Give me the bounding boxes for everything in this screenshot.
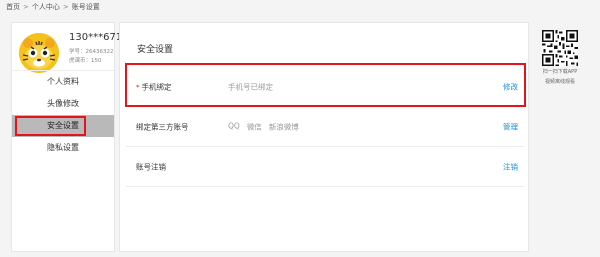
sidebar-item-label: 安全设置	[47, 121, 79, 130]
manage-accounts-link[interactable]: 管理	[503, 121, 518, 132]
third-party-label: 绑定第三方账号	[136, 122, 189, 131]
sidebar: 130***671 学号：26436322 虎课币：150 个人资料 头像修改 …	[11, 22, 122, 252]
breadcrumb-separator: >	[23, 3, 29, 11]
wechat-option[interactable]: 微信	[247, 121, 262, 132]
phone-binding-label-text: 手机绑定	[141, 82, 172, 91]
username: 130***671	[69, 32, 123, 43]
qr-code-icon	[542, 30, 578, 66]
page-title: 安全设置	[137, 45, 174, 55]
sidebar-item-avatar[interactable]: 头像修改	[12, 93, 114, 115]
sidebar-item-profile[interactable]: 个人资料	[12, 71, 114, 93]
phone-binding-label: * 手机绑定	[136, 81, 172, 92]
coin-balance: 虎课币：150	[69, 58, 102, 64]
qr-caption-download: 扫一扫下载APP	[542, 69, 578, 75]
weibo-option[interactable]: 新浪微博	[269, 121, 299, 132]
breadcrumb-home[interactable]: 首页	[6, 3, 20, 11]
qq-option[interactable]: QQ	[228, 121, 240, 132]
sidebar-item-privacy[interactable]: 隐私设置	[12, 137, 114, 159]
breadcrumb-separator: >	[62, 3, 69, 11]
avatar[interactable]	[19, 33, 59, 73]
sidebar-nav: 个人资料 头像修改 安全设置 隐私设置	[12, 71, 114, 159]
modify-phone-link[interactable]: 修改	[503, 81, 518, 92]
phone-binding-status: 手机号已绑定	[228, 82, 273, 91]
sidebar-item-security[interactable]: 安全设置	[12, 115, 114, 137]
cancel-account-link[interactable]: 注销	[503, 161, 518, 172]
third-party-options: QQ 微信 新浪微博	[228, 121, 299, 132]
account-cancel-label: 账号注销	[136, 162, 166, 171]
third-party-row: 绑定第三方账号 QQ 微信 新浪微博 管理	[126, 107, 524, 147]
student-id: 学号：26436322	[69, 49, 114, 55]
account-cancel-row: 账号注销 注销	[126, 147, 524, 187]
breadcrumb-current: 账号设置	[71, 3, 100, 11]
breadcrumb: 首页 > 个人中心 > 账号设置	[6, 2, 100, 12]
security-settings-panel: 安全设置 * 手机绑定 手机号已绑定 修改 绑定第三方账号 QQ 微信 新浪微博 …	[119, 22, 529, 252]
required-mark: *	[136, 83, 140, 91]
qr-caption-offline: 视频离线观看	[544, 79, 575, 85]
tiger-avatar-icon	[19, 33, 59, 73]
phone-binding-row: * 手机绑定 手机号已绑定 修改	[126, 67, 524, 107]
breadcrumb-personal-center[interactable]: 个人中心	[32, 3, 60, 11]
app-download-qr: 扫一扫下载APP 视频离线观看	[536, 30, 584, 86]
